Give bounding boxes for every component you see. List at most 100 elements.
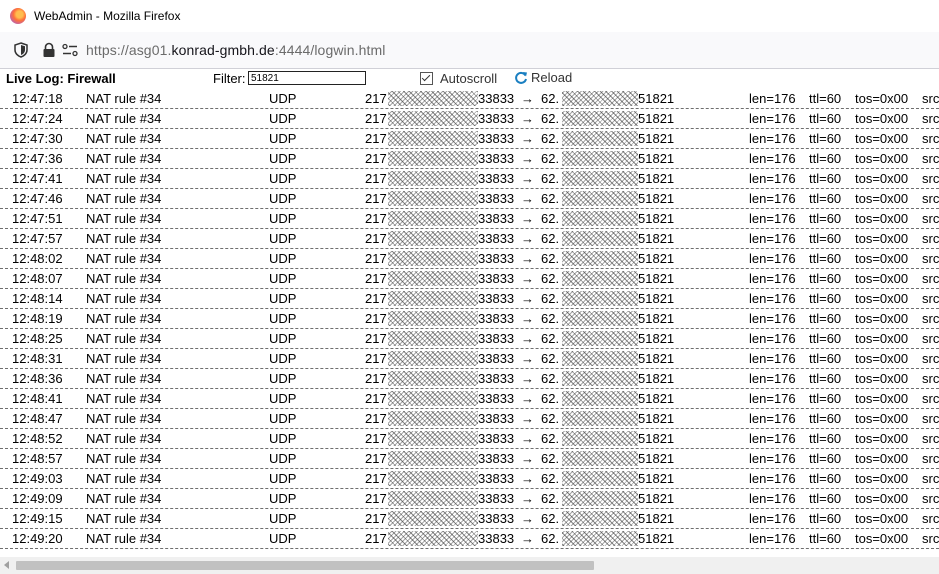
log-src-port: 33833	[478, 371, 515, 386]
log-protocol: UDP	[269, 491, 297, 506]
log-row: 12:47:24 NAT rule #34 UDP 217 → 62. len=176 ttl…	[0, 109, 939, 129]
redacted-src-address	[388, 411, 478, 426]
lock-icon[interactable]	[42, 42, 56, 58]
log-arrow: →	[521, 131, 534, 146]
log-tos: tos=0x00	[855, 471, 909, 486]
log-more: src	[922, 531, 939, 546]
reload-button[interactable]: Reload	[514, 70, 572, 85]
log-length: len=176	[749, 191, 796, 206]
window-titlebar: WebAdmin - Mozilla Firefox	[0, 0, 939, 32]
log-row: 12:49:03 NAT rule #34 UDP 217 → 62. len=176 ttl…	[0, 469, 939, 489]
log-protocol: UDP	[269, 371, 297, 386]
log-dst-port: 51821	[638, 251, 675, 266]
log-src-port: 33833	[478, 471, 515, 486]
log-more: src	[922, 431, 939, 446]
url-scheme: https://asg01.	[86, 42, 172, 58]
log-tos: tos=0x00	[855, 331, 909, 346]
log-arrow: →	[521, 151, 534, 166]
log-dst-prefix: 62.	[541, 131, 560, 146]
log-rule: NAT rule #34	[86, 191, 162, 206]
log-tos: tos=0x00	[855, 251, 909, 266]
firefox-icon	[10, 8, 26, 24]
log-ttl: ttl=60	[809, 111, 842, 126]
log-length: len=176	[749, 391, 796, 406]
redacted-dst-address	[562, 531, 638, 546]
permissions-icon[interactable]	[62, 43, 78, 57]
log-tos: tos=0x00	[855, 451, 909, 466]
log-dst-port: 51821	[638, 411, 675, 426]
log-length: len=176	[749, 511, 796, 526]
log-src-prefix: 217	[365, 91, 387, 106]
log-more: src	[922, 351, 939, 366]
log-dst-port: 51821	[638, 151, 675, 166]
log-length: len=176	[749, 531, 796, 546]
log-arrow: →	[521, 531, 534, 546]
log-src-port: 33833	[478, 431, 515, 446]
horizontal-scrollbar[interactable]	[0, 557, 939, 574]
log-src-prefix: 217	[365, 511, 387, 526]
log-ttl: ttl=60	[809, 311, 842, 326]
log-more: src	[922, 251, 939, 266]
log-src-port: 33833	[478, 331, 515, 346]
log-more: src	[922, 491, 939, 506]
redacted-dst-address	[562, 211, 638, 226]
log-ttl: ttl=60	[809, 291, 842, 306]
log-more: src	[922, 91, 939, 106]
log-protocol: UDP	[269, 91, 297, 106]
url-text[interactable]: https://asg01.konrad-gmbh.de:4444/logwin…	[86, 42, 385, 58]
log-ttl: ttl=60	[809, 451, 842, 466]
log-tos: tos=0x00	[855, 151, 909, 166]
log-protocol: UDP	[269, 291, 297, 306]
log-time: 12:49:20	[12, 531, 63, 546]
log-ttl: ttl=60	[809, 391, 842, 406]
autoscroll-toggle[interactable]: Autoscroll	[420, 71, 497, 86]
log-arrow: →	[521, 231, 534, 246]
log-row: 12:47:46 NAT rule #34 UDP 217 → 62. len=176 ttl…	[0, 189, 939, 209]
log-rule: NAT rule #34	[86, 511, 162, 526]
log-dst-prefix: 62.	[541, 431, 560, 446]
log-time: 12:47:57	[12, 231, 63, 246]
scroll-left-icon[interactable]	[4, 561, 9, 569]
log-rule: NAT rule #34	[86, 431, 162, 446]
log-output[interactable]: 12:47:18 NAT rule #34 UDP 217 → 62. len=176 ttl…	[0, 89, 939, 557]
log-row: 12:48:31 NAT rule #34 UDP 217 → 62. len=176 ttl…	[0, 349, 939, 369]
redacted-src-address	[388, 371, 478, 386]
redacted-src-address	[388, 271, 478, 286]
log-length: len=176	[749, 251, 796, 266]
log-row: 12:48:07 NAT rule #34 UDP 217 → 62. len=176 ttl…	[0, 269, 939, 289]
log-src-port: 33833	[478, 211, 515, 226]
scrollbar-thumb[interactable]	[16, 561, 594, 570]
autoscroll-checkbox[interactable]	[420, 72, 433, 85]
log-protocol: UDP	[269, 171, 297, 186]
log-arrow: →	[521, 491, 534, 506]
log-protocol: UDP	[269, 311, 297, 326]
log-src-prefix: 217	[365, 231, 387, 246]
log-dst-port: 51821	[638, 511, 675, 526]
log-row: 12:49:20 NAT rule #34 UDP 217 → 62. len=176 ttl…	[0, 529, 939, 549]
url-host: konrad-gmbh.de	[171, 42, 275, 58]
redacted-dst-address	[562, 311, 638, 326]
redacted-src-address	[388, 431, 478, 446]
log-time: 12:47:24	[12, 111, 63, 126]
log-dst-prefix: 62.	[541, 331, 560, 346]
log-tos: tos=0x00	[855, 271, 909, 286]
log-row: 12:47:41 NAT rule #34 UDP 217 → 62. len=176 ttl…	[0, 169, 939, 189]
log-src-port: 33833	[478, 531, 515, 546]
log-length: len=176	[749, 371, 796, 386]
log-dst-port: 51821	[638, 191, 675, 206]
log-dst-prefix: 62.	[541, 491, 560, 506]
log-more: src	[922, 151, 939, 166]
log-rule: NAT rule #34	[86, 91, 162, 106]
log-arrow: →	[521, 371, 534, 386]
log-length: len=176	[749, 471, 796, 486]
log-dst-port: 51821	[638, 211, 675, 226]
log-dst-port: 51821	[638, 391, 675, 406]
shield-icon[interactable]	[14, 42, 28, 58]
url-bar[interactable]: https://asg01.konrad-gmbh.de:4444/logwin…	[0, 32, 939, 69]
log-dst-prefix: 62.	[541, 171, 560, 186]
redacted-dst-address	[562, 331, 638, 346]
log-src-port: 33833	[478, 411, 515, 426]
log-arrow: →	[521, 311, 534, 326]
log-more: src	[922, 271, 939, 286]
filter-input[interactable]	[248, 71, 366, 85]
